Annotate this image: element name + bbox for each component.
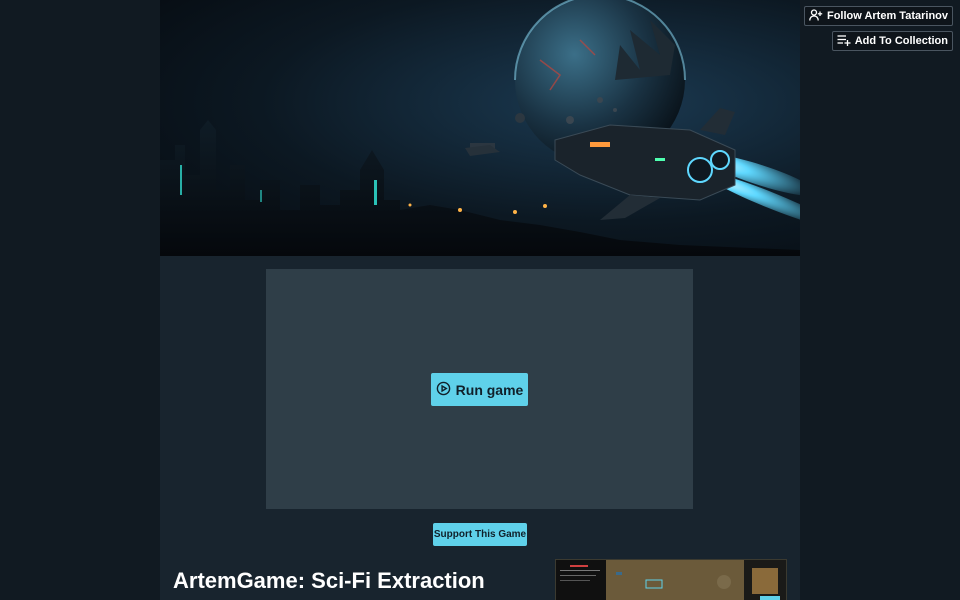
- game-title: ArtemGame: Sci-Fi Extraction: [173, 568, 485, 593]
- game-page-column: Run game Support This Game ArtemGame: Sc…: [160, 0, 800, 600]
- user-plus-icon: [809, 8, 823, 24]
- game-banner-image: [160, 0, 800, 256]
- add-to-collection-button[interactable]: Add To Collection: [831, 31, 953, 51]
- run-game-label: Run game: [455, 381, 524, 398]
- follow-button[interactable]: Follow Artem Tatarinov: [803, 6, 953, 26]
- run-game-button[interactable]: Run game: [431, 373, 528, 406]
- playlist-add-icon: [837, 34, 851, 49]
- gameplay-screenshot-image: [556, 560, 786, 600]
- sci-fi-cityscape-illustration: [160, 0, 800, 256]
- support-game-button[interactable]: Support This Game: [433, 523, 527, 546]
- collection-label: Add To Collection: [854, 35, 948, 47]
- game-screenshot-thumbnail[interactable]: [555, 559, 787, 600]
- play-circle-icon: [436, 381, 451, 399]
- follow-label: Follow Artem Tatarinov: [826, 10, 948, 22]
- game-embed-frame[interactable]: Run game: [266, 269, 693, 509]
